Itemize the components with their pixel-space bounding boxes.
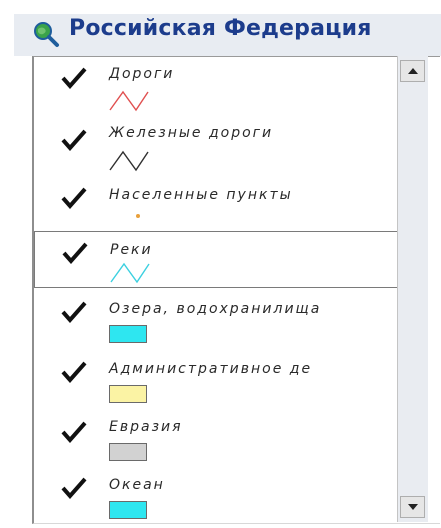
line-symbol-icon [110, 262, 150, 284]
scroll-up-button[interactable] [400, 60, 425, 82]
line-symbol-icon [109, 150, 149, 172]
fill-symbol-icon [109, 385, 147, 403]
layer-list[interactable]: Дороги Железные дороги Населенные пункты [32, 56, 440, 524]
layer-item-rivers[interactable]: Реки [34, 231, 404, 288]
checkbox-checked-icon[interactable] [61, 129, 87, 151]
layer-label: Населенные пункты [109, 187, 293, 203]
layer-item-lakes[interactable]: Озера, водохранилища [34, 291, 404, 347]
fill-symbol-icon [109, 325, 147, 343]
point-symbol-icon [136, 214, 140, 218]
layer-label: Реки [110, 242, 153, 258]
title-bar: Российская Федерация [14, 14, 441, 56]
layer-item-roads[interactable]: Дороги [34, 57, 404, 113]
fill-symbol-icon [109, 443, 147, 461]
scroll-down-button[interactable] [400, 496, 425, 518]
layer-item-railways[interactable]: Железные дороги [34, 117, 404, 173]
layer-label: Административное де [109, 361, 313, 377]
layer-item-ocean[interactable]: Океан [34, 467, 404, 523]
checkbox-checked-icon[interactable] [61, 477, 87, 499]
layer-label: Железные дороги [109, 125, 274, 141]
fill-symbol-icon [109, 501, 147, 519]
layer-item-eurasia[interactable]: Евразия [34, 411, 404, 467]
line-symbol-icon [109, 90, 149, 112]
checkbox-checked-icon[interactable] [61, 301, 87, 323]
layer-label: Евразия [109, 419, 183, 435]
checkbox-checked-icon[interactable] [61, 187, 87, 209]
arrow-down-icon [408, 504, 418, 510]
layer-label: Дороги [109, 66, 175, 82]
vertical-scrollbar[interactable] [397, 56, 428, 522]
layer-item-admin[interactable]: Административное де [34, 351, 404, 407]
globe-magnifier-icon [34, 22, 59, 47]
checkbox-checked-icon[interactable] [61, 67, 87, 89]
layer-window: Российская Федерация Дороги Железные дор… [0, 0, 441, 528]
checkbox-checked-icon[interactable] [61, 421, 87, 443]
arrow-up-icon [408, 68, 418, 74]
layer-label: Озера, водохранилища [109, 301, 322, 317]
checkbox-checked-icon[interactable] [62, 242, 88, 264]
window-title: Российская Федерация [69, 16, 372, 41]
checkbox-checked-icon[interactable] [61, 361, 87, 383]
layer-label: Океан [109, 477, 165, 493]
layer-item-settlements[interactable]: Населенные пункты [34, 177, 404, 229]
